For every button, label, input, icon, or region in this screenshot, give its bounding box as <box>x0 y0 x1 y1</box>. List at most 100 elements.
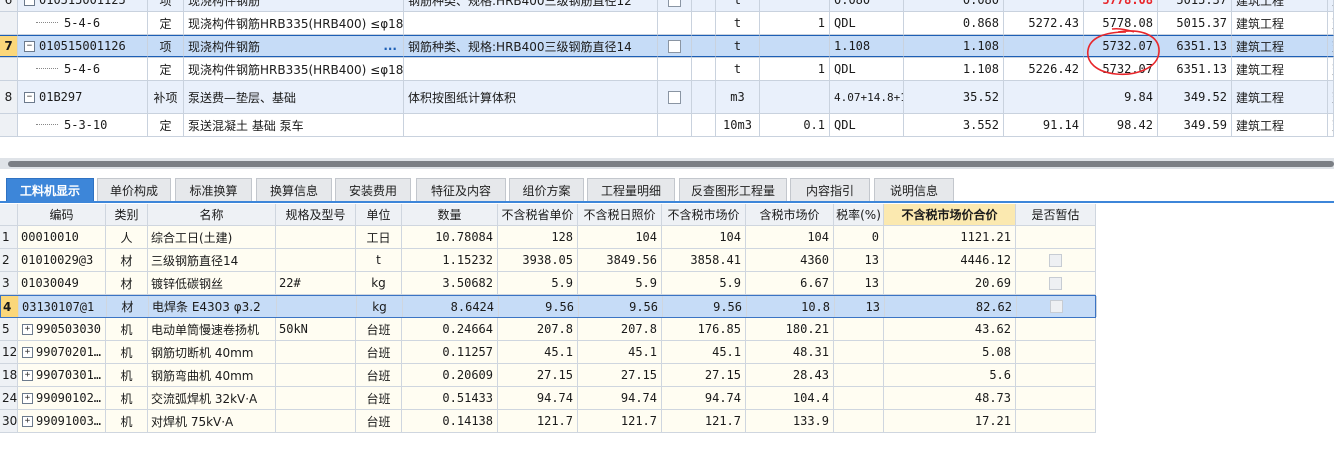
expand-toggle-icon[interactable]: + <box>22 392 33 404</box>
cell-est[interactable] <box>1016 364 1096 386</box>
value-unit: m3 <box>730 90 745 104</box>
bill-item-row[interactable]: 6 −010515001125 项 现浇构件钢筋 钢筋种类、规格:HRB400三级钢筋直… <box>0 0 1334 12</box>
bill-item-row[interactable]: 7−010515001126 项现浇构件钢筋... 钢筋种类、规格:HRB400三级… <box>0 35 1334 58</box>
resource-row[interactable]: 3 01030049 材 镀锌低碳钢丝 22# kg 3.50682 5.9 5.9 5.9 6.6… <box>0 272 1096 295</box>
value-unit: kg <box>372 299 387 314</box>
header-p4[interactable]: 含税市场价 <box>746 204 834 225</box>
cell-est[interactable] <box>1017 296 1097 317</box>
resource-row[interactable]: 24 +99090102… 机交流弧焊机 32kV·A 台班 0.51433 94.74 9… <box>0 387 1096 410</box>
cell-est[interactable] <box>1016 387 1096 409</box>
header-p1[interactable]: 不含税省单价 <box>498 204 578 225</box>
cell-idx: 4 <box>1 296 19 317</box>
estimate-checkbox[interactable] <box>1049 253 1062 267</box>
tab-8[interactable]: 工程量明细 <box>587 178 675 202</box>
header-tax[interactable]: 税率(%) <box>834 204 884 225</box>
more-button[interactable]: ... <box>383 39 397 53</box>
cell-c3: 349.59 <box>1158 114 1232 136</box>
cell-code: −010515001125 <box>18 0 148 11</box>
cell-est[interactable] <box>1016 249 1096 271</box>
resource-row[interactable]: 30 +99091003… 机对焊机 75kV·A 台班 0.14138 121.7 121… <box>0 410 1096 433</box>
resource-row[interactable]: 2 01010029@3 材 三级钢筋直径14 t 1.15232 3938.05 3849.… <box>0 249 1096 272</box>
cell-feature <box>404 114 658 136</box>
expand-toggle-icon[interactable]: + <box>22 369 33 381</box>
value-qty: 1.108 <box>962 39 999 53</box>
cell-edge: 建 <box>1328 81 1334 113</box>
cell-est[interactable] <box>1016 318 1096 340</box>
cell-total: 17.21 <box>884 410 1016 432</box>
cell-est[interactable] <box>1016 226 1096 248</box>
cell-feature: 钢筋种类、规格:HRB400三级钢筋直径12 <box>404 0 658 11</box>
cell-est[interactable] <box>1016 272 1096 294</box>
collapse-toggle-icon[interactable]: − <box>24 91 35 103</box>
tab-6[interactable]: 特征及内容 <box>416 178 506 202</box>
cell-cat: 机 <box>106 341 148 363</box>
header-total[interactable]: 不含税市场价合价 <box>884 204 1016 225</box>
cell-p1: 45.1 <box>498 341 578 363</box>
resource-row[interactable]: 5 +990503030 机 电动单筒慢速卷扬机 50kN 台班 0.24664 207.8 2… <box>0 318 1096 341</box>
cell-qty_expr: 0.1 <box>760 114 830 136</box>
tab-11[interactable]: 说明信息 <box>874 178 954 202</box>
cell-type: 项 <box>148 35 184 57</box>
tab-5[interactable]: 安装费用 <box>335 178 411 202</box>
expand-toggle-icon[interactable]: + <box>22 415 33 427</box>
collapse-toggle-icon[interactable]: − <box>24 0 35 6</box>
header-p3[interactable]: 不含税市场价 <box>662 204 746 225</box>
include-checkbox[interactable] <box>668 0 681 7</box>
tab-3[interactable]: 标准换算 <box>175 178 252 202</box>
cell-est[interactable] <box>1016 341 1096 363</box>
quota-sub-row[interactable]: 5-4-6 定 现浇构件钢筋HRB335(HRB400) ≤φ18 t 1 QDL 1.10… <box>0 58 1334 81</box>
expand-toggle-icon[interactable]: + <box>22 346 33 358</box>
value-feature: 钢筋种类、规格:HRB400三级钢筋直径12 <box>408 0 632 8</box>
header-p2[interactable]: 不含税日照价 <box>578 204 662 225</box>
value-qty: 10.78084 <box>435 230 493 244</box>
value-name: 电焊条 E4303 φ3.2 <box>152 300 261 314</box>
cell-c3: 6351.13 <box>1158 35 1232 57</box>
cell-p3: 5.9 <box>662 272 746 294</box>
bill-item-row[interactable]: 8−01B297 补项 泵送费—垫层、基础 体积按图纸计算体积 m3 4.07+14.8+… <box>0 81 1334 114</box>
include-checkbox[interactable] <box>668 90 681 104</box>
value-name: 钢筋切断机 40mm <box>151 345 254 360</box>
cell-pad <box>692 12 716 34</box>
value-feature: 体积按图纸计算体积 <box>408 90 517 105</box>
resource-code: 01010029@3 <box>21 253 94 267</box>
tab-4[interactable]: 换算信息 <box>256 178 332 202</box>
header-spec[interactable]: 规格及型号 <box>276 204 356 225</box>
cell-c2: 5778.08 <box>1084 0 1158 11</box>
estimate-checkbox[interactable] <box>1049 276 1062 290</box>
collapse-toggle-icon[interactable]: − <box>24 40 35 52</box>
cell-qty_expr: 1 <box>760 12 830 34</box>
header-code[interactable]: 编码 <box>18 204 106 225</box>
tab-7[interactable]: 组价方案 <box>509 178 584 202</box>
header-qty[interactable]: 数量 <box>402 204 498 225</box>
cell-idx: 2 <box>0 249 18 271</box>
pane-splitter[interactable] <box>0 158 1334 169</box>
quota-sub-row[interactable]: 5-3-10 定 泵送混凝土 基础 泵车 10m3 0.1 QDL 3.552 91.14 98… <box>0 114 1334 137</box>
value-name: 现浇构件钢筋 <box>188 39 261 54</box>
tab-10[interactable]: 内容指引 <box>790 178 870 202</box>
expand-toggle-icon[interactable]: + <box>22 323 33 335</box>
cell-est[interactable] <box>1016 410 1096 432</box>
header-name[interactable]: 名称 <box>148 204 276 225</box>
resource-row[interactable]: 4 03130107@1 材 电焊条 E4303 φ3.2 kg 8.6424 9.56 9.… <box>0 295 1097 318</box>
value-qty_text: 4.07+14.8+16.65 <box>834 90 903 104</box>
resource-row[interactable]: 18 +99070301… 机钢筋弯曲机 40mm 台班 0.20609 27.15 27.… <box>0 364 1096 387</box>
tab-1[interactable]: 工料机显示 <box>6 178 94 202</box>
header-cat[interactable]: 类别 <box>106 204 148 225</box>
include-checkbox[interactable] <box>668 39 681 53</box>
tab-2[interactable]: 单价构成 <box>97 178 171 202</box>
quota-sub-row[interactable]: 5-4-6 定 现浇构件钢筋HRB335(HRB400) ≤φ18 t 1 QDL 0.86… <box>0 12 1334 35</box>
resource-row[interactable]: 12 +99070201… 机钢筋切断机 40mm 台班 0.11257 45.1 45.1… <box>0 341 1096 364</box>
value-c1: 91.14 <box>1042 118 1079 132</box>
cell-code: 03130107@1 <box>19 296 107 317</box>
cell-chk <box>658 114 692 136</box>
header-unit[interactable]: 单位 <box>356 204 402 225</box>
resource-row[interactable]: 1 00010010 人 综合工日(土建) 工日 10.78084 128 104 104 104… <box>0 226 1096 249</box>
estimate-checkbox[interactable] <box>1050 300 1063 313</box>
tab-9[interactable]: 反查图形工程量 <box>679 178 787 202</box>
horizontal-scrollbar[interactable] <box>8 161 1334 167</box>
header-est[interactable]: 是否暂估 <box>1016 204 1096 225</box>
cell-qty: 0.11257 <box>402 341 498 363</box>
cell-p4: 104 <box>746 226 834 248</box>
cell-cat: 材 <box>106 249 148 271</box>
value-p2: 45.1 <box>628 345 657 359</box>
